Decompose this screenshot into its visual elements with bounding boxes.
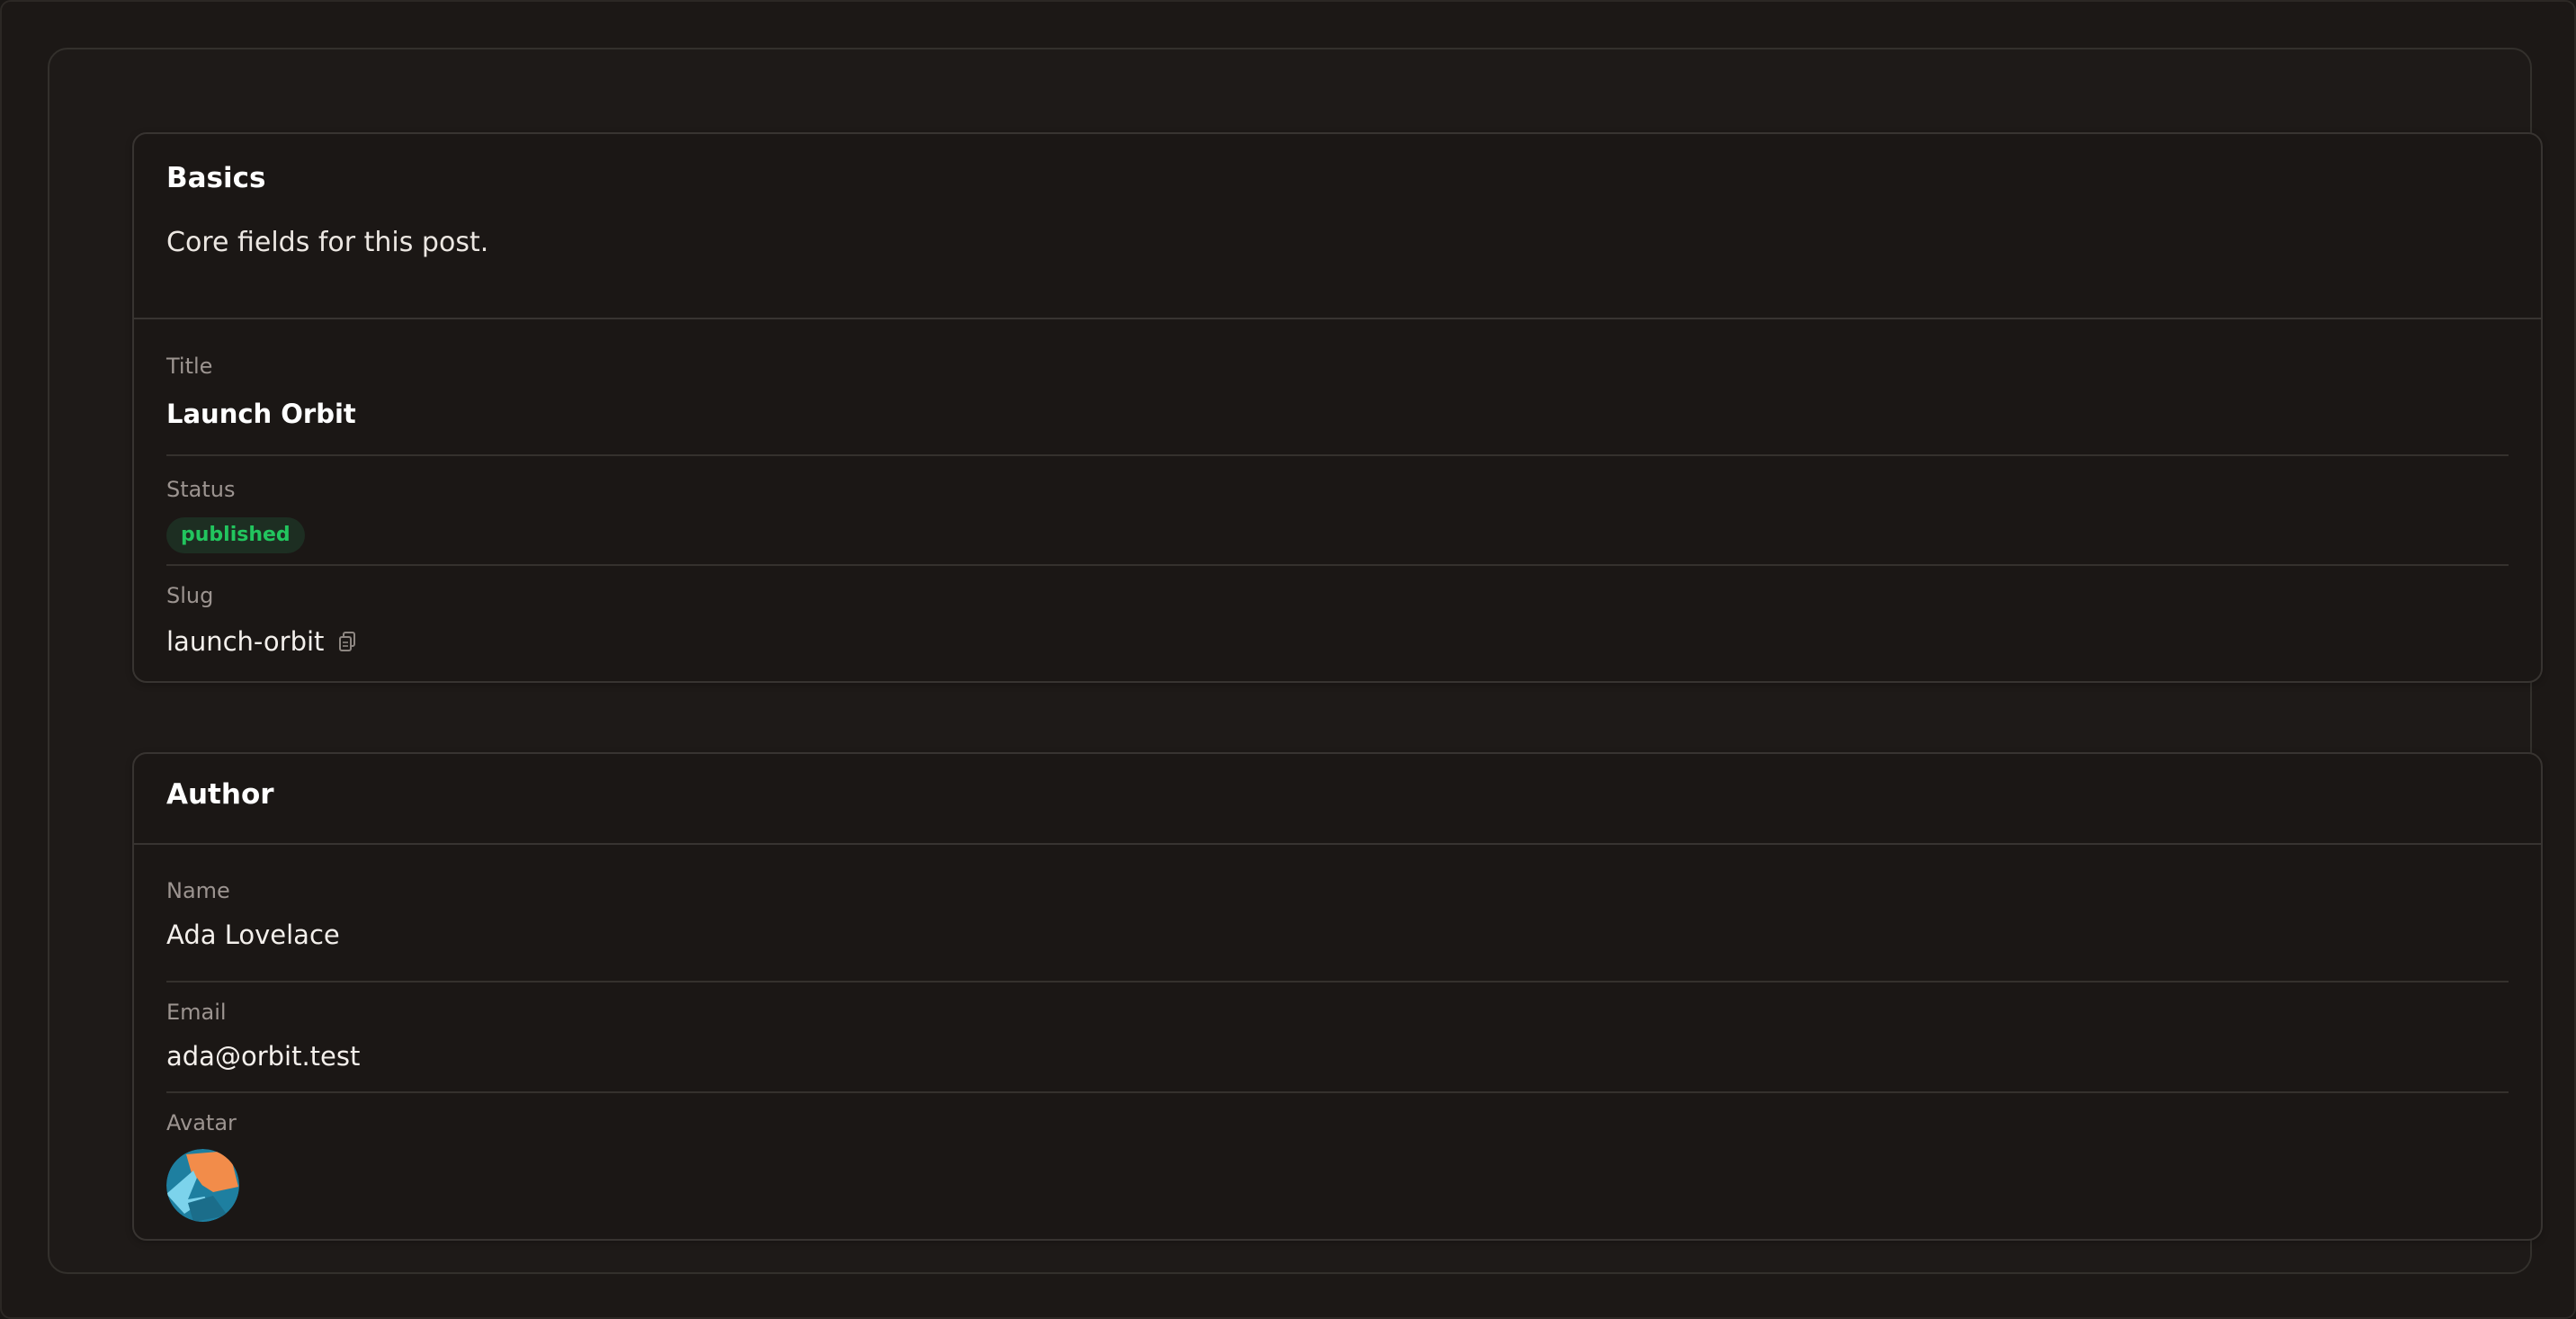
- author-card: Author Name Ada Lovelace Email ada@orbit…: [132, 752, 2543, 1241]
- app-frame: Basics Core fields for this post. Title …: [0, 0, 2576, 1319]
- content-panel: Basics Core fields for this post. Title …: [48, 48, 2543, 1274]
- field-avatar: Avatar: [166, 1093, 2509, 1237]
- status-label: Status: [166, 477, 236, 502]
- status-badge-wrap: published: [166, 517, 2509, 553]
- basics-fields: Title Launch Orbit Status published Slug…: [134, 319, 2541, 683]
- slug-row: launch-orbit: [166, 625, 2509, 658]
- email-value: ada@orbit.test: [166, 1041, 361, 1072]
- author-title: Author: [166, 778, 274, 811]
- title-label: Title: [166, 354, 213, 379]
- email-label: Email: [166, 1000, 227, 1025]
- avatar-label: Avatar: [166, 1110, 237, 1135]
- field-title: Title Launch Orbit: [166, 319, 2509, 456]
- basics-header: Basics Core fields for this post.: [134, 134, 2541, 319]
- basics-title: Basics: [166, 162, 266, 194]
- basics-card: Basics Core fields for this post. Title …: [132, 132, 2543, 683]
- slug-value: launch-orbit: [166, 626, 325, 657]
- author-fields: Name Ada Lovelace Email ada@orbit.test A…: [134, 845, 2541, 1237]
- field-slug: Slug launch-orbit: [166, 566, 2509, 683]
- field-status: Status published: [166, 456, 2509, 566]
- avatar: [166, 1149, 239, 1222]
- title-value: Launch Orbit: [166, 399, 356, 429]
- name-label: Name: [166, 878, 230, 903]
- author-header: Author: [134, 754, 2541, 845]
- field-name: Name Ada Lovelace: [166, 845, 2509, 983]
- field-email: Email ada@orbit.test: [166, 983, 2509, 1093]
- basics-description: Core fields for this post.: [166, 227, 489, 258]
- slug-label: Slug: [166, 583, 214, 608]
- copy-icon[interactable]: [338, 631, 358, 652]
- name-value: Ada Lovelace: [166, 920, 340, 950]
- status-badge: published: [166, 517, 305, 553]
